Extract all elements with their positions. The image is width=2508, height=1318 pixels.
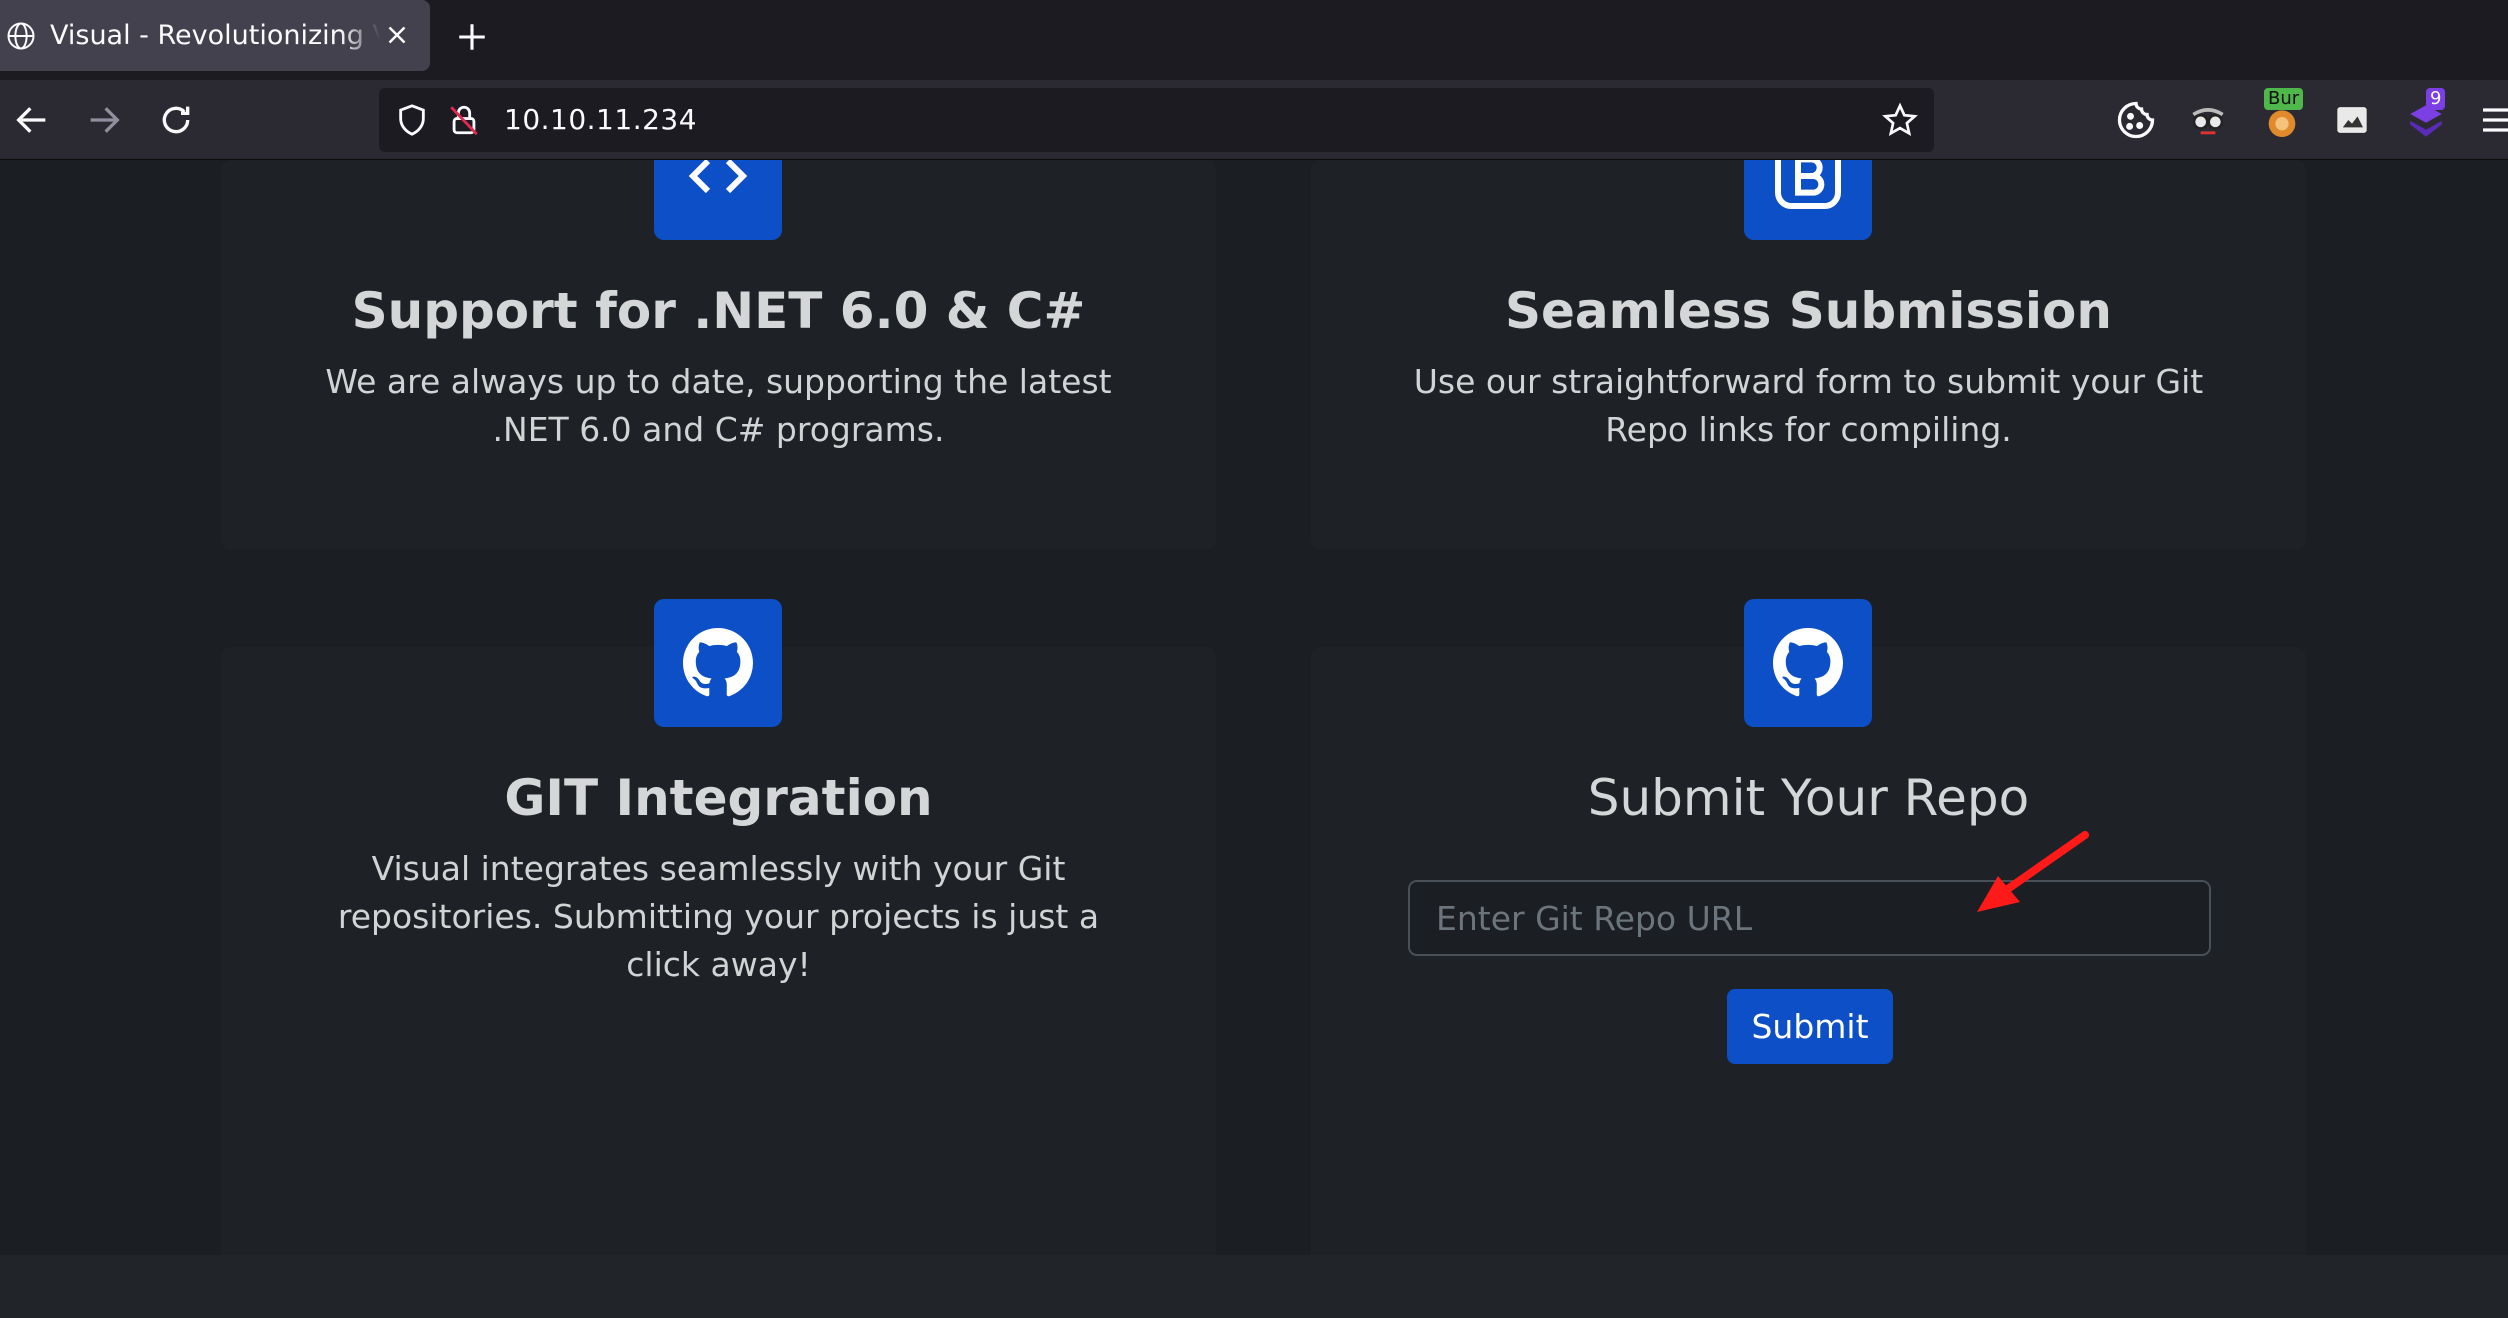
shield-icon[interactable]	[395, 102, 429, 138]
red-annotation-arrow-icon	[1977, 831, 2089, 912]
bootstrap-icon	[1744, 160, 1872, 240]
burp-proxy-icon[interactable]: Bur	[2258, 88, 2308, 142]
card-description-line: Use our straightforward form to submit y…	[1413, 362, 2204, 401]
card-description-line: click away!	[626, 945, 811, 984]
card-description-line: .NET 6.0 and C# programs.	[492, 410, 945, 449]
image-extension-icon[interactable]	[2330, 98, 2374, 142]
reload-icon[interactable]	[156, 100, 196, 140]
back-arrow-icon[interactable]	[12, 100, 52, 140]
browser-tab-active[interactable]: Visual - Revolutionizing Visual Studio B…	[0, 0, 430, 71]
burp-badge: Bur	[2264, 88, 2304, 110]
navigation-toolbar: 10.10.11.234 Bur 9	[0, 80, 2508, 160]
feature-card-dotnet: Support for .NET 6.0 & C# We are always …	[221, 160, 1216, 550]
card-description-line: Visual integrates seamlessly with your G…	[371, 849, 1066, 888]
card-description: Visual integrates seamlessly with your G…	[221, 845, 1216, 989]
tab-bar: Visual - Revolutionizing Visual Studio B…	[0, 0, 2508, 80]
url-text: 10.10.11.234	[504, 103, 698, 136]
feature-card-submission: Seamless Submission Use our straightforw…	[1311, 160, 2306, 550]
feature-card-git: GIT Integration Visual integrates seamle…	[221, 599, 1216, 1255]
card-title: Support for .NET 6.0 & C#	[351, 282, 1086, 340]
bookmark-star-icon[interactable]	[1882, 102, 1918, 138]
tab-title: Visual - Revolutionizing Visual Studio B…	[50, 20, 380, 51]
card-description: Use our straightforward form to submit y…	[1311, 358, 2306, 454]
card-title: Seamless Submission	[1505, 282, 2112, 340]
page-footer	[0, 1255, 2508, 1318]
insecure-lock-icon[interactable]	[447, 102, 481, 138]
card-title: GIT Integration	[504, 769, 933, 827]
card-description-line: Repo links for compiling.	[1605, 410, 2012, 449]
forward-arrow-icon[interactable]	[84, 100, 124, 140]
globe-icon	[7, 22, 35, 49]
hacktools-icon[interactable]: 9	[2404, 88, 2454, 142]
new-tab-plus-icon[interactable]	[455, 20, 489, 54]
close-icon[interactable]	[382, 20, 412, 50]
submit-repo-title: Submit Your Repo	[1587, 769, 2030, 827]
card-description-line: repositories. Submitting your projects i…	[337, 897, 1100, 936]
cookie-icon[interactable]	[2114, 98, 2158, 142]
hacktools-badge: 9	[2426, 88, 2446, 110]
submit-button[interactable]: Submit	[1727, 989, 1893, 1064]
card-description-line: We are always up to date, supporting the…	[325, 362, 1112, 401]
code-icon	[654, 160, 782, 240]
github-icon	[654, 599, 782, 727]
page-content: Support for .NET 6.0 & C# We are always …	[0, 160, 2508, 1255]
hamburger-menu-icon[interactable]	[2478, 98, 2508, 142]
card-description: We are always up to date, supporting the…	[221, 358, 1216, 454]
url-bar[interactable]: 10.10.11.234	[379, 88, 1934, 152]
spy-glasses-icon[interactable]	[2186, 98, 2230, 142]
github-icon	[1744, 599, 1872, 727]
